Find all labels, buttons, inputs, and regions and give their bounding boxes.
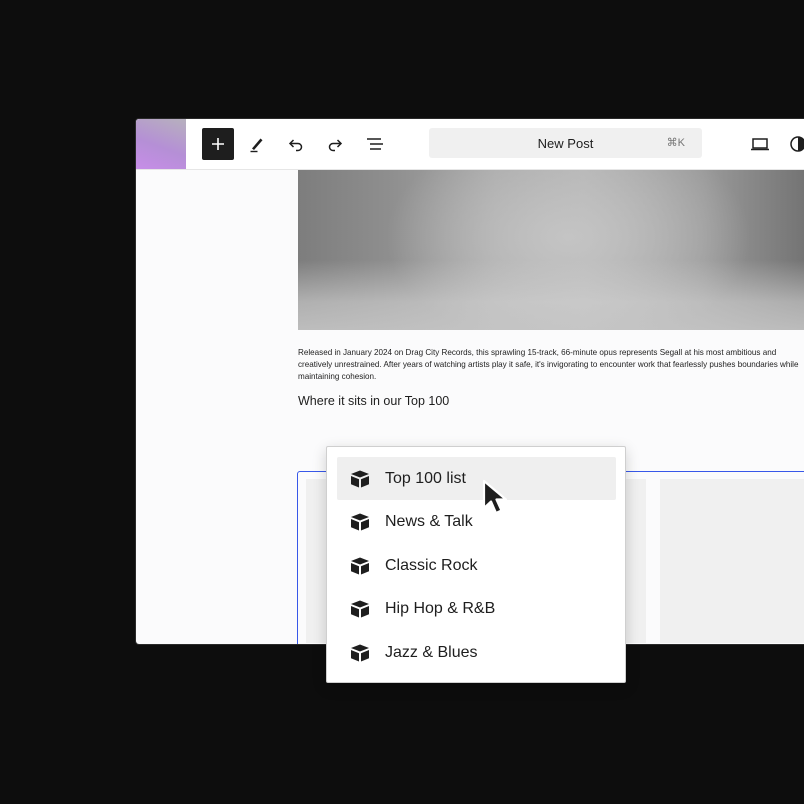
menu-item-top-100-list[interactable]: Top 100 list bbox=[337, 457, 616, 500]
undo-button[interactable] bbox=[280, 128, 312, 160]
block-icon bbox=[351, 600, 369, 618]
mouse-pointer-icon bbox=[482, 479, 508, 515]
document-overview-button[interactable] bbox=[359, 128, 391, 160]
add-block-button[interactable] bbox=[202, 128, 234, 160]
menu-item-jazz-blues[interactable]: Jazz & Blues bbox=[337, 631, 616, 674]
pencil-icon bbox=[250, 138, 263, 153]
menu-item-classic-rock[interactable]: Classic Rock bbox=[337, 544, 616, 587]
paragraph-line: Released in January 2024 on Drag City Re… bbox=[298, 348, 777, 357]
undo-icon bbox=[288, 139, 303, 152]
list-view-icon bbox=[367, 138, 383, 150]
contrast-icon bbox=[790, 136, 804, 152]
menu-item-label: News & Talk bbox=[385, 513, 473, 530]
site-icon[interactable] bbox=[136, 119, 186, 169]
body-paragraph[interactable]: Released in January 2024 on Drag City Re… bbox=[298, 347, 804, 383]
menu-item-hip-hop-rnb[interactable]: Hip Hop & R&B bbox=[337, 587, 616, 630]
menu-item-label: Hip Hop & R&B bbox=[385, 600, 496, 617]
preview-device-button[interactable] bbox=[744, 128, 776, 160]
block-icon bbox=[351, 557, 369, 575]
menu-item-news-talk[interactable]: News & Talk bbox=[337, 500, 616, 543]
placeholder-card bbox=[660, 479, 804, 643]
menu-item-label: Jazz & Blues bbox=[385, 644, 478, 661]
laptop-icon bbox=[751, 138, 769, 151]
featured-image[interactable] bbox=[298, 170, 804, 330]
plus-icon bbox=[212, 138, 224, 150]
command-palette-search[interactable]: New Post ⌘K bbox=[429, 128, 702, 158]
menu-item-label: Top 100 list bbox=[385, 470, 466, 487]
styles-button[interactable] bbox=[782, 128, 804, 160]
pattern-dropdown-menu: Top 100 list News & Talk Classic Rock Hi… bbox=[326, 446, 626, 683]
block-icon bbox=[351, 470, 369, 488]
block-icon bbox=[351, 513, 369, 531]
menu-item-label: Classic Rock bbox=[385, 557, 478, 574]
redo-button[interactable] bbox=[319, 128, 351, 160]
post-title-label: New Post bbox=[537, 135, 594, 151]
edit-tool-button[interactable] bbox=[241, 128, 273, 160]
redo-icon bbox=[328, 139, 343, 152]
section-heading[interactable]: Where it sits in our Top 100 bbox=[298, 394, 449, 408]
paragraph-line: maintaining cohesion. bbox=[298, 372, 377, 381]
top-toolbar: New Post ⌘K bbox=[136, 119, 804, 170]
paragraph-line: creatively unrestrained. After years of … bbox=[298, 360, 799, 369]
block-icon bbox=[351, 644, 369, 662]
keyboard-shortcut-hint: ⌘K bbox=[666, 137, 685, 149]
